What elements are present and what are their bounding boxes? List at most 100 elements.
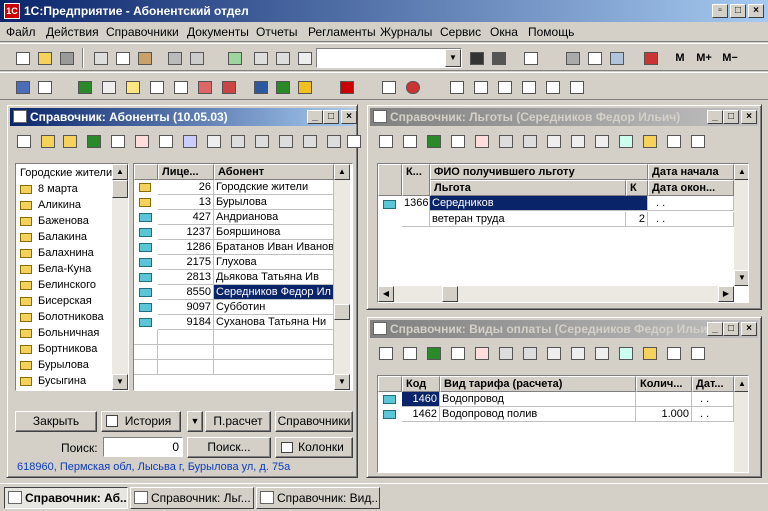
scroll-thumb[interactable] xyxy=(442,286,458,302)
cut-icon[interactable] xyxy=(90,48,110,68)
header-start-date[interactable]: Дата начала xyxy=(648,164,734,180)
globe-icon[interactable] xyxy=(250,77,270,97)
page-icon[interactable] xyxy=(567,131,587,151)
minimize-button[interactable]: _ xyxy=(307,110,323,124)
menu-documents[interactable]: Документы xyxy=(187,25,249,39)
lgoty-grid[interactable]: К... ФИО получившего льготу Дата начала … xyxy=(377,163,749,303)
list-icon[interactable] xyxy=(470,77,490,97)
memory-plus-button[interactable]: M+ xyxy=(694,48,714,68)
copy-row-icon[interactable] xyxy=(543,343,563,363)
act-icon[interactable] xyxy=(170,77,190,97)
new-row-icon[interactable] xyxy=(13,131,33,151)
filter-list-icon[interactable] xyxy=(251,131,271,151)
properties-icon[interactable] xyxy=(224,48,244,68)
folder-tree[interactable]: Городские жители 8 марта Аликина Баженова Б… xyxy=(15,163,129,391)
pointer-help-icon[interactable] xyxy=(687,131,707,151)
vid-code[interactable]: 1462 xyxy=(402,407,440,422)
abonent-name[interactable]: Глухова xyxy=(214,255,334,270)
tariff-icon[interactable] xyxy=(218,77,238,97)
zoom-icon[interactable] xyxy=(423,131,443,151)
abonent-name[interactable]: Дьякова Татьяна Ив xyxy=(214,270,334,285)
scroll-thumb[interactable] xyxy=(334,304,350,320)
menu-reports[interactable]: Отчеты xyxy=(256,25,297,39)
minimize-button[interactable]: _ xyxy=(707,322,723,336)
print-icon[interactable] xyxy=(164,48,184,68)
abonent-lic[interactable]: 1237 xyxy=(158,225,214,240)
abonent-lic[interactable]: 427 xyxy=(158,210,214,225)
scroll-down-icon[interactable]: ▼ xyxy=(334,374,350,390)
table-edit-icon[interactable] xyxy=(447,343,467,363)
users-icon[interactable] xyxy=(12,77,32,97)
mark-icon[interactable] xyxy=(495,131,515,151)
menu-catalogs[interactable]: Справочники xyxy=(106,25,179,39)
scroll-down-icon[interactable]: ▼ xyxy=(112,374,128,390)
menu-routines[interactable]: Регламенты xyxy=(308,25,376,39)
copy-row-icon[interactable] xyxy=(343,131,363,151)
header-end-date[interactable]: Дата окон... xyxy=(648,180,734,196)
header-lgota[interactable]: Льгота xyxy=(430,180,626,196)
sort-icon[interactable] xyxy=(323,131,343,151)
abonent-name[interactable]: Андрианова xyxy=(214,210,334,225)
scroll-right-icon[interactable]: ▶ xyxy=(718,286,734,302)
pointer-help-icon[interactable] xyxy=(687,343,707,363)
document-icon[interactable] xyxy=(122,77,142,97)
scroll-left-icon[interactable]: ◀ xyxy=(378,286,394,302)
abonent-lic[interactable]: 13 xyxy=(158,195,214,210)
close-window-button[interactable]: Закрыть xyxy=(15,411,97,432)
header-icon-col[interactable] xyxy=(134,164,158,180)
info-icon[interactable] xyxy=(402,77,422,97)
maximize-button[interactable]: □ xyxy=(723,322,739,336)
vertical-scrollbar[interactable]: ▲ ▼ xyxy=(734,164,748,286)
memory-button[interactable]: M xyxy=(670,48,690,68)
header-fio[interactable]: ФИО получившего льготу xyxy=(430,164,648,180)
table-edit-icon[interactable] xyxy=(447,131,467,151)
help-icon[interactable] xyxy=(663,131,683,151)
vid-date[interactable]: . . xyxy=(692,392,734,407)
header-icon-col[interactable] xyxy=(378,376,402,392)
chart-icon[interactable] xyxy=(378,77,398,97)
vid-qty[interactable]: 1.000 xyxy=(636,407,692,422)
abonent-name[interactable]: Субботин xyxy=(214,300,334,315)
delete-row-icon[interactable] xyxy=(131,131,151,151)
header-icon-col[interactable] xyxy=(378,164,402,196)
abonent-name[interactable]: Городские жители xyxy=(214,180,334,195)
abonent-name[interactable]: Середников Федор Ил xyxy=(214,285,334,300)
preview-icon[interactable] xyxy=(186,48,206,68)
tree-item[interactable]: Аликина xyxy=(36,198,112,213)
vid-tariff[interactable]: Водопровод полив xyxy=(440,407,636,422)
find-icon[interactable] xyxy=(294,48,314,68)
grid-icon[interactable] xyxy=(446,77,466,97)
menu-actions[interactable]: Действия xyxy=(46,25,99,39)
header-code[interactable]: Код xyxy=(402,376,440,392)
abonent-list[interactable]: Лице... Абонент 26 Городские жители 13 Буры… xyxy=(133,163,353,391)
columns-button[interactable]: Колонки xyxy=(275,437,353,458)
tree-item[interactable]: Белинского xyxy=(36,278,112,293)
history-icon[interactable] xyxy=(639,131,659,151)
scroll-up-icon[interactable]: ▲ xyxy=(334,164,350,180)
table-edit-icon[interactable] xyxy=(107,131,127,151)
dropdown-arrow-icon[interactable]: ▼ xyxy=(187,411,203,432)
report-icon[interactable] xyxy=(34,77,54,97)
tree-header[interactable]: Городские жители xyxy=(18,166,113,181)
header-tariff[interactable]: Вид тарифа (расчета) xyxy=(440,376,636,392)
table-icon[interactable] xyxy=(542,77,562,97)
filter-icon[interactable] xyxy=(227,131,247,151)
lgota-start-date[interactable]: . . xyxy=(648,196,734,211)
dollar-icon[interactable] xyxy=(294,77,314,97)
abonent-name[interactable]: Бурылова xyxy=(214,195,334,210)
vid-code[interactable]: 1460 xyxy=(402,392,440,407)
header-k2[interactable]: К xyxy=(626,180,648,196)
menu-file[interactable]: Файл xyxy=(6,25,36,39)
lgota-name[interactable]: Середников xyxy=(430,196,648,211)
copy-icon[interactable] xyxy=(112,48,132,68)
abonent-name[interactable]: Бояршинова xyxy=(214,225,334,240)
delete-row-icon[interactable] xyxy=(471,343,491,363)
vertical-scrollbar[interactable]: ▲ xyxy=(734,376,748,472)
scroll-up-icon[interactable]: ▲ xyxy=(734,376,748,392)
new-folder-icon[interactable] xyxy=(37,131,57,151)
close-button[interactable]: × xyxy=(748,4,764,18)
form-icon[interactable] xyxy=(494,77,514,97)
list-detail-icon[interactable] xyxy=(566,77,586,97)
redo-icon[interactable] xyxy=(272,48,292,68)
abonent-lic[interactable]: 2813 xyxy=(158,270,214,285)
